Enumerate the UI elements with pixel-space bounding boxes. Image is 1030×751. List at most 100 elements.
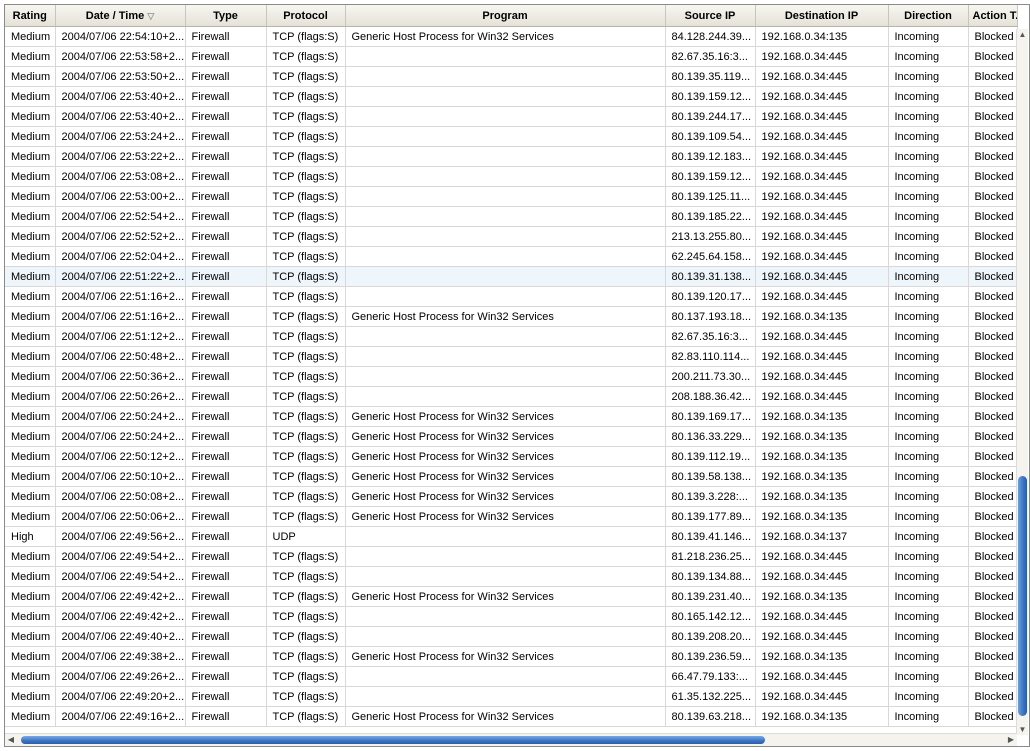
cell-type: Firewall xyxy=(185,146,267,167)
cell-source_ip: 80.139.159.12... xyxy=(665,166,756,187)
table-row[interactable]: Medium 2004/07/06 22:53:00+2... Firewall TC… xyxy=(5,186,1018,207)
cell-action: Blocked xyxy=(968,226,1018,247)
table-row[interactable]: Medium 2004/07/06 22:50:48+2... Firewall TC… xyxy=(5,346,1018,367)
cell-action: Blocked xyxy=(968,606,1018,627)
cell-rating: Medium xyxy=(5,586,56,607)
cell-protocol: TCP (flags:S) xyxy=(266,666,346,687)
table-row[interactable]: Medium 2004/07/06 22:50:24+2... Firewall TC… xyxy=(5,406,1018,427)
cell-action: Blocked xyxy=(968,706,1018,727)
cell-type: Firewall xyxy=(185,566,267,587)
cell-source_ip: 62.245.64.158... xyxy=(665,246,756,267)
table-row[interactable]: Medium 2004/07/06 22:53:22+2... Firewall TC… xyxy=(5,146,1018,167)
table-row[interactable]: Medium 2004/07/06 22:50:26+2... Firewall TC… xyxy=(5,386,1018,407)
cell-direction: Incoming xyxy=(888,66,969,87)
cell-rating: Medium xyxy=(5,246,56,267)
horizontal-scrollbar[interactable]: ◀ ▶ xyxy=(5,733,1017,746)
column-header-program[interactable]: Program xyxy=(345,5,666,27)
table-row[interactable]: Medium 2004/07/06 22:49:20+2... Firewall TC… xyxy=(5,686,1018,707)
cell-protocol: TCP (flags:S) xyxy=(266,426,346,447)
table-row[interactable]: Medium 2004/07/06 22:50:08+2... Firewall TC… xyxy=(5,486,1018,507)
cell-protocol: TCP (flags:S) xyxy=(266,506,346,527)
table-row[interactable]: Medium 2004/07/06 22:51:12+2... Firewall TC… xyxy=(5,326,1018,347)
table-row[interactable]: Medium 2004/07/06 22:49:26+2... Firewall TC… xyxy=(5,666,1018,687)
table-row[interactable]: Medium 2004/07/06 22:51:16+2... Firewall TC… xyxy=(5,286,1018,307)
table-row[interactable]: Medium 2004/07/06 22:50:10+2... Firewall TC… xyxy=(5,466,1018,487)
cell-rating: Medium xyxy=(5,206,56,227)
cell-source_ip: 80.139.58.138... xyxy=(665,466,756,487)
cell-rating: Medium xyxy=(5,386,56,407)
column-header-direction[interactable]: Direction xyxy=(888,5,969,27)
vertical-scroll-thumb[interactable] xyxy=(1018,476,1027,716)
table-row[interactable]: Medium 2004/07/06 22:49:42+2... Firewall TC… xyxy=(5,586,1018,607)
cell-rating: Medium xyxy=(5,446,56,467)
column-header-type[interactable]: Type xyxy=(185,5,267,27)
cell-direction: Incoming xyxy=(888,326,969,347)
cell-type: Firewall xyxy=(185,86,267,107)
table-row[interactable]: Medium 2004/07/06 22:50:24+2... Firewall TC… xyxy=(5,426,1018,447)
column-header-label: Action T... xyxy=(972,9,1017,22)
column-header-label: Date / Time xyxy=(85,9,145,22)
scroll-down-button[interactable]: ▼ xyxy=(1017,724,1028,735)
scroll-up-button[interactable]: ▲ xyxy=(1017,29,1028,40)
cell-program xyxy=(345,46,666,67)
cell-rating: Medium xyxy=(5,66,56,87)
cell-datetime: 2004/07/06 22:53:22+2... xyxy=(55,146,186,167)
cell-rating: Medium xyxy=(5,306,56,327)
cell-program xyxy=(345,546,666,567)
cell-protocol: TCP (flags:S) xyxy=(266,406,346,427)
column-header-rating[interactable]: Rating xyxy=(5,5,56,27)
column-header-protocol[interactable]: Protocol xyxy=(266,5,346,27)
cell-direction: Incoming xyxy=(888,46,969,67)
cell-rating: Medium xyxy=(5,686,56,707)
table-row[interactable]: Medium 2004/07/06 22:51:22+2... Firewall TC… xyxy=(5,266,1018,287)
table-row[interactable]: Medium 2004/07/06 22:53:40+2... Firewall TC… xyxy=(5,106,1018,127)
cell-type: Firewall xyxy=(185,186,267,207)
cell-program: Generic Host Process for Win32 Services xyxy=(345,466,666,487)
cell-action: Blocked xyxy=(968,186,1018,207)
cell-protocol: TCP (flags:S) xyxy=(266,586,346,607)
column-header-source_ip[interactable]: Source IP xyxy=(665,5,756,27)
cell-protocol: TCP (flags:S) xyxy=(266,26,346,47)
cell-direction: Incoming xyxy=(888,586,969,607)
sort-descending-icon: ▽ xyxy=(147,10,155,21)
table-row[interactable]: Medium 2004/07/06 22:53:08+2... Firewall TC… xyxy=(5,166,1018,187)
table-row[interactable]: Medium 2004/07/06 22:49:16+2... Firewall TC… xyxy=(5,706,1018,727)
table-row[interactable]: Medium 2004/07/06 22:53:50+2... Firewall TC… xyxy=(5,66,1018,87)
cell-action: Blocked xyxy=(968,46,1018,67)
column-header-action[interactable]: Action T... xyxy=(968,5,1018,27)
cell-protocol: TCP (flags:S) xyxy=(266,646,346,667)
table-row[interactable]: Medium 2004/07/06 22:51:16+2... Firewall TC… xyxy=(5,306,1018,327)
table-row[interactable]: Medium 2004/07/06 22:50:36+2... Firewall TC… xyxy=(5,366,1018,387)
vertical-scrollbar[interactable]: ▲ ▼ xyxy=(1016,29,1028,735)
cell-type: Firewall xyxy=(185,666,267,687)
cell-source_ip: 84.128.244.39... xyxy=(665,26,756,47)
cell-type: Firewall xyxy=(185,606,267,627)
table-row[interactable]: Medium 2004/07/06 22:53:24+2... Firewall TC… xyxy=(5,126,1018,147)
scroll-right-button[interactable]: ▶ xyxy=(1005,734,1017,746)
table-row[interactable]: Medium 2004/07/06 22:49:54+2... Firewall TC… xyxy=(5,546,1018,567)
cell-program xyxy=(345,326,666,347)
cell-protocol: TCP (flags:S) xyxy=(266,186,346,207)
table-row[interactable]: Medium 2004/07/06 22:54:10+2... Firewall TC… xyxy=(5,26,1018,47)
cell-protocol: TCP (flags:S) xyxy=(266,246,346,267)
horizontal-scroll-thumb[interactable] xyxy=(21,736,765,744)
cell-dest_ip: 192.168.0.34:135 xyxy=(755,26,889,47)
table-row[interactable]: Medium 2004/07/06 22:49:38+2... Firewall TC… xyxy=(5,646,1018,667)
table-row[interactable]: Medium 2004/07/06 22:52:54+2... Firewall TC… xyxy=(5,206,1018,227)
table-row[interactable]: Medium 2004/07/06 22:49:54+2... Firewall TC… xyxy=(5,566,1018,587)
table-row[interactable]: Medium 2004/07/06 22:50:12+2... Firewall TC… xyxy=(5,446,1018,467)
column-header-dest_ip[interactable]: Destination IP xyxy=(755,5,889,27)
table-row[interactable]: Medium 2004/07/06 22:49:42+2... Firewall TC… xyxy=(5,606,1018,627)
cell-direction: Incoming xyxy=(888,406,969,427)
table-row[interactable]: Medium 2004/07/06 22:50:06+2... Firewall TC… xyxy=(5,506,1018,527)
table-row[interactable]: Medium 2004/07/06 22:53:40+2... Firewall TC… xyxy=(5,86,1018,107)
table-row[interactable]: Medium 2004/07/06 22:49:40+2... Firewall TC… xyxy=(5,626,1018,647)
cell-action: Blocked xyxy=(968,686,1018,707)
table-row[interactable]: Medium 2004/07/06 22:52:04+2... Firewall TC… xyxy=(5,246,1018,267)
table-row[interactable]: Medium 2004/07/06 22:52:52+2... Firewall TC… xyxy=(5,226,1018,247)
cell-direction: Incoming xyxy=(888,106,969,127)
column-header-datetime[interactable]: Date / Time ▽ xyxy=(55,5,186,27)
scroll-left-button[interactable]: ◀ xyxy=(5,734,17,746)
table-row[interactable]: High 2004/07/06 22:49:56+2... Firewall UDP 8… xyxy=(5,526,1018,547)
table-row[interactable]: Medium 2004/07/06 22:53:58+2... Firewall TC… xyxy=(5,46,1018,67)
